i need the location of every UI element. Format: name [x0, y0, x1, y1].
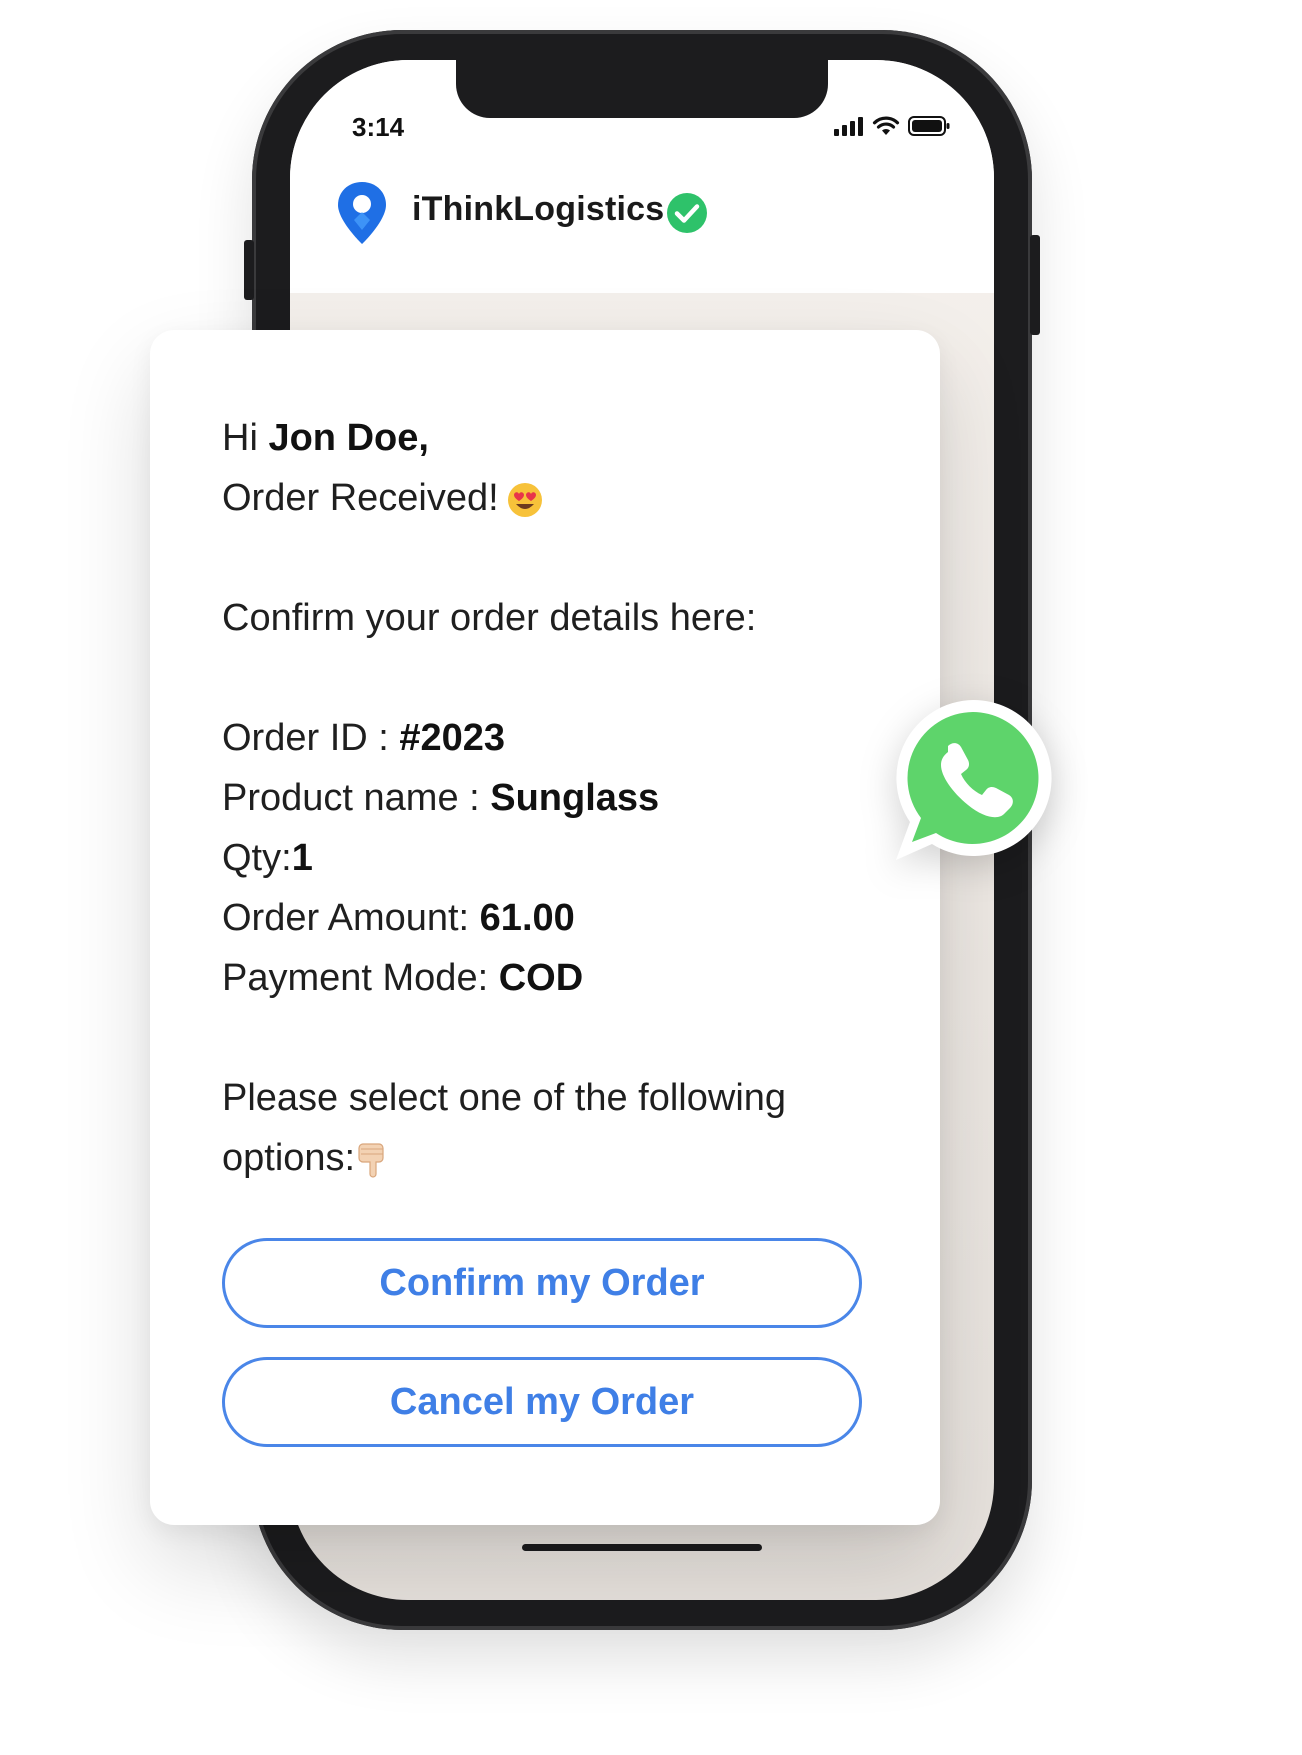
phone-notch: [456, 60, 828, 118]
message-body: Hi Jon Doe, Order Received! Confirm your…: [222, 408, 882, 1188]
amount-line: Order Amount: 61.00: [222, 888, 882, 948]
order-received-line: Order Received!: [222, 468, 882, 528]
greeting-prefix: Hi: [222, 417, 269, 459]
product-name-value: Sunglass: [490, 777, 660, 819]
greeting-line: Hi Jon Doe,: [222, 408, 882, 468]
wifi-icon: [872, 116, 900, 135]
select-text: options:: [222, 1137, 356, 1179]
status-icons: [834, 116, 950, 136]
battery-icon: [908, 116, 950, 136]
product-label: Product name :: [222, 777, 491, 819]
message-card: Hi Jon Doe, Order Received! Confirm your…: [150, 330, 940, 1525]
qty-label: Qty:: [222, 837, 292, 879]
order-id-label: Order ID :: [222, 717, 400, 759]
brand-name: iThinkLogistics: [412, 190, 665, 228]
home-indicator: [522, 1544, 762, 1551]
payment-line: Payment Mode: COD: [222, 948, 882, 1008]
heart-eyes-emoji-icon: [507, 482, 542, 517]
whatsapp-icon: [896, 699, 1052, 860]
status-time: 3:14: [352, 112, 405, 142]
verified-check-icon: [667, 193, 707, 233]
payment-label: Payment Mode:: [222, 957, 499, 999]
phone-side-button: [1030, 235, 1040, 335]
cancel-order-button[interactable]: Cancel my Order: [222, 1357, 862, 1447]
order-received-text: Order Received!: [222, 477, 499, 519]
select-line-1: Please select one of the following: [222, 1077, 787, 1119]
pointing-down-emoji-icon: [358, 1143, 384, 1178]
signal-icon: [834, 117, 863, 136]
payment-mode-value: COD: [498, 957, 584, 999]
confirm-prompt: Confirm your order details here:: [222, 597, 757, 639]
select-line-2: options:: [222, 1128, 882, 1188]
brand-logo-icon: [338, 182, 386, 244]
order-id-line: Order ID : #2023: [222, 708, 882, 768]
stage: 3:14 iThinkLogistics Hi Jon Doe, Order R…: [0, 0, 1302, 1755]
product-line: Product name : Sunglass: [222, 768, 882, 828]
amount-value: 61.00: [479, 897, 575, 939]
phone-side-button: [244, 240, 254, 300]
order-id-value: #2023: [399, 717, 506, 759]
amount-label: Order Amount:: [222, 897, 480, 939]
customer-name: Jon Doe,: [268, 417, 429, 459]
confirm-order-button[interactable]: Confirm my Order: [222, 1238, 862, 1328]
qty-line: Qty:1: [222, 828, 882, 888]
qty-value: 1: [291, 837, 313, 879]
